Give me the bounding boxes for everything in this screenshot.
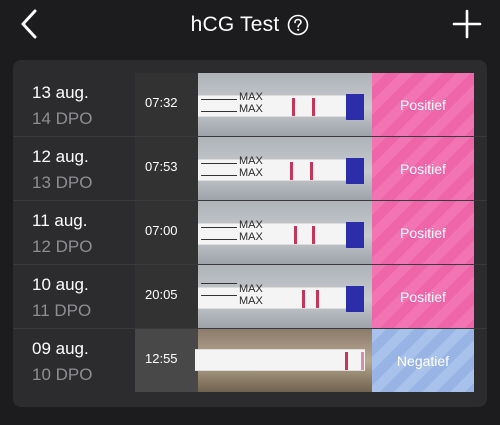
- test-time: 07:00: [145, 223, 178, 238]
- test-date: 10 aug.: [32, 275, 89, 294]
- question-circle-icon: [288, 14, 309, 36]
- plus-icon: [452, 9, 482, 39]
- test-photo[interactable]: 12:55 Negatief: [135, 329, 474, 392]
- test-list: 13 aug. 14 DPO MAX MAX 07:32 Positief 12 …: [13, 73, 487, 393]
- strip-max-label: MAX MAX: [239, 155, 263, 179]
- result-badge: Negatief: [372, 329, 474, 392]
- test-row[interactable]: 10 aug. 11 DPO MAX MAX 20:05 Positief: [13, 265, 487, 329]
- test-row[interactable]: 09 aug. 10 DPO 12:55 Negatief: [13, 329, 487, 393]
- test-dpo: 11 DPO: [32, 301, 92, 320]
- test-date: 09 aug.: [32, 339, 89, 358]
- result-badge: Positief: [372, 265, 474, 328]
- test-dpo: 12 DPO: [32, 237, 93, 256]
- strip-max-label: MAX MAX: [239, 91, 263, 115]
- test-dpo: 10 DPO: [32, 365, 93, 384]
- help-button[interactable]: [287, 14, 309, 36]
- test-row[interactable]: 13 aug. 14 DPO MAX MAX 07:32 Positief: [13, 73, 487, 137]
- navigation-bar: hCG Test: [0, 0, 500, 50]
- strip-max-label: MAX MAX: [239, 219, 263, 243]
- result-badge: Positief: [372, 73, 474, 136]
- test-photo[interactable]: MAX MAX 20:05 Positief: [135, 265, 474, 328]
- result-badge: Positief: [372, 201, 474, 264]
- test-date: 11 aug.: [32, 211, 88, 230]
- test-time: 12:55: [145, 351, 178, 366]
- test-time: 07:32: [145, 95, 178, 110]
- test-time: 07:53: [145, 159, 178, 174]
- test-time: 20:05: [145, 287, 178, 302]
- test-strip: [195, 349, 365, 371]
- strip-max-label: MAX MAX: [239, 283, 263, 307]
- result-badge: Positief: [372, 137, 474, 200]
- test-strip: [198, 286, 364, 312]
- test-dpo: 14 DPO: [32, 109, 93, 128]
- test-date: 12 aug.: [32, 147, 89, 166]
- test-row[interactable]: 11 aug. 12 DPO MAX MAX 07:00 Positief: [13, 201, 487, 265]
- add-test-button[interactable]: [450, 7, 484, 41]
- test-row[interactable]: 12 aug. 13 DPO MAX MAX 07:53 Positief: [13, 137, 487, 201]
- test-dpo: 13 DPO: [32, 173, 93, 192]
- test-photo[interactable]: MAX MAX 07:00 Positief: [135, 201, 474, 264]
- test-date: 13 aug.: [32, 83, 89, 102]
- test-photo[interactable]: MAX MAX 07:32 Positief: [135, 73, 474, 136]
- page-title: hCG Test: [190, 13, 280, 36]
- test-photo[interactable]: MAX MAX 07:53 Positief: [135, 137, 474, 200]
